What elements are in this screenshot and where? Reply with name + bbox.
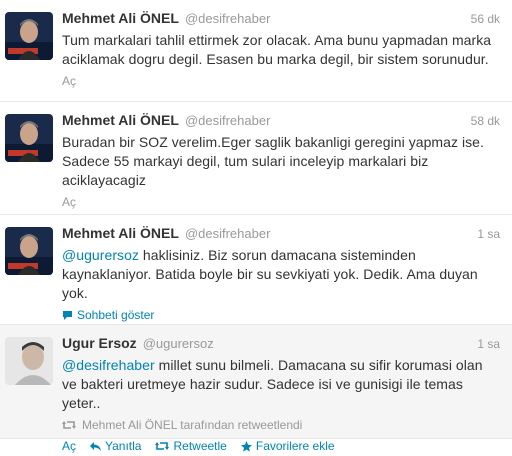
mention-link[interactable]: @desifrehaber [62,357,155,373]
avatar[interactable] [5,12,53,60]
tweet-time[interactable]: 1 sa [477,337,500,351]
show-conversation-label: Sohbeti göster [77,308,155,322]
author-name[interactable]: Ugur Ersoz [62,335,137,351]
tweet-time[interactable]: 58 dk [471,114,500,128]
tweet-text: Buradan bir SOZ verelim.Eger saglik baka… [62,134,484,188]
retweeted-by: Mehmet Ali ÖNEL tarafından retweetlendi [62,416,500,434]
reply-button[interactable]: Yanıtla [90,436,141,456]
retweet-button[interactable]: Retweetle [155,436,227,456]
expand-link[interactable]: Aç [62,71,76,91]
author-username[interactable]: @desifrehaber [185,226,270,241]
tweet-text: @ugurersoz haklisiniz. Biz sorun damacan… [62,246,500,303]
star-icon [240,440,252,452]
avatar[interactable] [5,114,53,162]
favorite-button[interactable]: Favorilere ekle [240,436,335,456]
avatar[interactable] [5,227,53,275]
author-name[interactable]: Mehmet Ali ÖNEL [62,112,179,128]
retweeted-by-label: Mehmet Ali ÖNEL tarafından retweetlendi [82,418,303,432]
author-username[interactable]: @desifrehaber [185,113,270,128]
favorite-label: Favorilere ekle [255,439,335,453]
reply-label: Yanıtla [105,439,142,453]
timeline: Mehmet Ali ÖNEL @desifrehaber 56 dk Tum … [0,0,512,453]
mention-link[interactable]: @ugurersoz [62,247,139,263]
conversation-icon [62,310,73,321]
author-username[interactable]: @desifrehaber [185,11,270,26]
tweet-text: Tum markalari tahlil ettirmek zor olacak… [62,32,492,67]
retweet-label: Retweetle [173,439,227,453]
expand-link[interactable]: Aç [62,436,76,456]
tweet[interactable]: Ugur Ersoz @ugurersoz 1 sa @desifrehaber… [0,325,512,453]
retweet-icon [62,420,76,430]
tweet-time[interactable]: 1 sa [477,227,500,241]
author-name[interactable]: Mehmet Ali ÖNEL [62,10,179,26]
reply-icon [90,441,102,451]
tweet[interactable]: Mehmet Ali ÖNEL @desifrehaber 1 sa @ugur… [0,215,512,325]
tweet-text: @desifrehaber millet sunu bilmeli. Damac… [62,356,500,413]
avatar[interactable] [5,337,53,385]
expand-link[interactable]: Aç [62,192,76,212]
retweet-icon [155,441,170,451]
tweet[interactable]: Mehmet Ali ÖNEL @desifrehaber 58 dk Bura… [0,102,512,215]
author-name[interactable]: Mehmet Ali ÖNEL [62,225,179,241]
tweet-time[interactable]: 56 dk [471,12,500,26]
show-conversation-link[interactable]: Sohbeti göster [62,305,154,325]
author-username[interactable]: @ugurersoz [143,336,214,351]
tweet[interactable]: Mehmet Ali ÖNEL @desifrehaber 56 dk Tum … [0,0,512,102]
